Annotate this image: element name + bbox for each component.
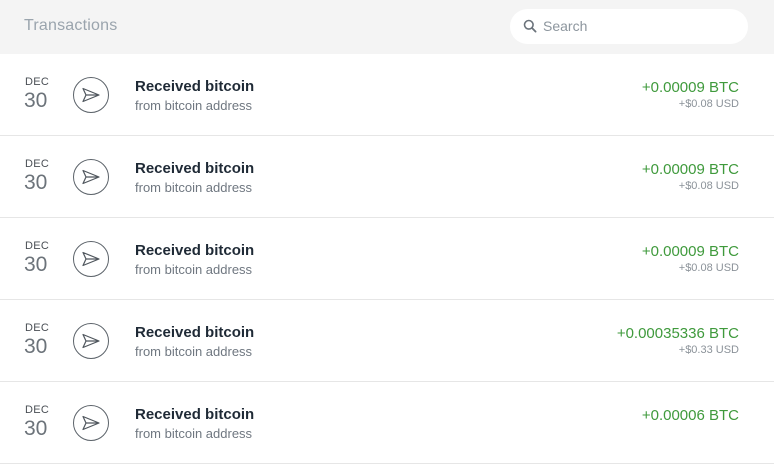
amount-usd: +$0.08 USD bbox=[678, 180, 739, 192]
search-box[interactable] bbox=[510, 9, 748, 44]
transaction-subtitle: from bitcoin address bbox=[135, 262, 253, 277]
search-input[interactable] bbox=[543, 15, 733, 37]
transaction-subtitle: from bitcoin address bbox=[135, 180, 253, 195]
transaction-subtitle: from bitcoin address bbox=[135, 426, 253, 441]
amount-usd: +$0.08 USD bbox=[678, 98, 739, 110]
transaction-subtitle: from bitcoin address bbox=[135, 98, 253, 113]
transaction-title: Received bitcoin bbox=[135, 242, 255, 259]
transaction-title: Received bitcoin bbox=[135, 78, 255, 95]
amount-usd: +$0.08 USD bbox=[678, 262, 739, 274]
transaction-row[interactable]: DEC 30 Received bitcoin from bitcoin add… bbox=[0, 300, 774, 382]
date-day: 30 bbox=[24, 171, 48, 194]
transaction-title: Received bitcoin bbox=[135, 406, 255, 423]
date-month: DEC bbox=[25, 404, 50, 416]
transaction-row[interactable]: DEC 30 Received bitcoin from bitcoin add… bbox=[0, 136, 774, 218]
amount-btc: +0.00035336 BTC bbox=[616, 325, 739, 342]
page-title: Transactions bbox=[24, 17, 118, 34]
date-month: DEC bbox=[25, 76, 50, 88]
date-day: 30 bbox=[24, 417, 48, 440]
transaction-row[interactable]: DEC 30 Received bitcoin from bitcoin add… bbox=[0, 54, 774, 136]
transaction-title: Received bitcoin bbox=[135, 324, 255, 341]
transactions-header: Transactions bbox=[0, 0, 774, 54]
search-icon bbox=[523, 19, 537, 33]
send-icon bbox=[73, 241, 109, 277]
date-day: 30 bbox=[24, 335, 48, 358]
send-icon bbox=[73, 405, 109, 441]
amount-usd: +$0.33 USD bbox=[678, 344, 739, 356]
transaction-title: Received bitcoin bbox=[135, 160, 255, 177]
amount-btc: +0.00006 BTC bbox=[641, 407, 739, 424]
date-day: 30 bbox=[24, 253, 48, 276]
date-month: DEC bbox=[25, 158, 50, 170]
transaction-row[interactable]: DEC 30 Received bitcoin from bitcoin add… bbox=[0, 218, 774, 300]
send-icon bbox=[73, 77, 109, 113]
date-day: 30 bbox=[24, 89, 48, 112]
send-icon bbox=[73, 323, 109, 359]
date-month: DEC bbox=[25, 240, 50, 252]
transaction-row[interactable]: DEC 30 Received bitcoin from bitcoin add… bbox=[0, 382, 774, 464]
amount-btc: +0.00009 BTC bbox=[641, 161, 739, 178]
amount-btc: +0.00009 BTC bbox=[641, 79, 739, 96]
transaction-list: DEC 30 Received bitcoin from bitcoin add… bbox=[0, 54, 774, 464]
date-month: DEC bbox=[25, 322, 50, 334]
amount-btc: +0.00009 BTC bbox=[641, 243, 739, 260]
transaction-subtitle: from bitcoin address bbox=[135, 344, 253, 359]
send-icon bbox=[73, 159, 109, 195]
